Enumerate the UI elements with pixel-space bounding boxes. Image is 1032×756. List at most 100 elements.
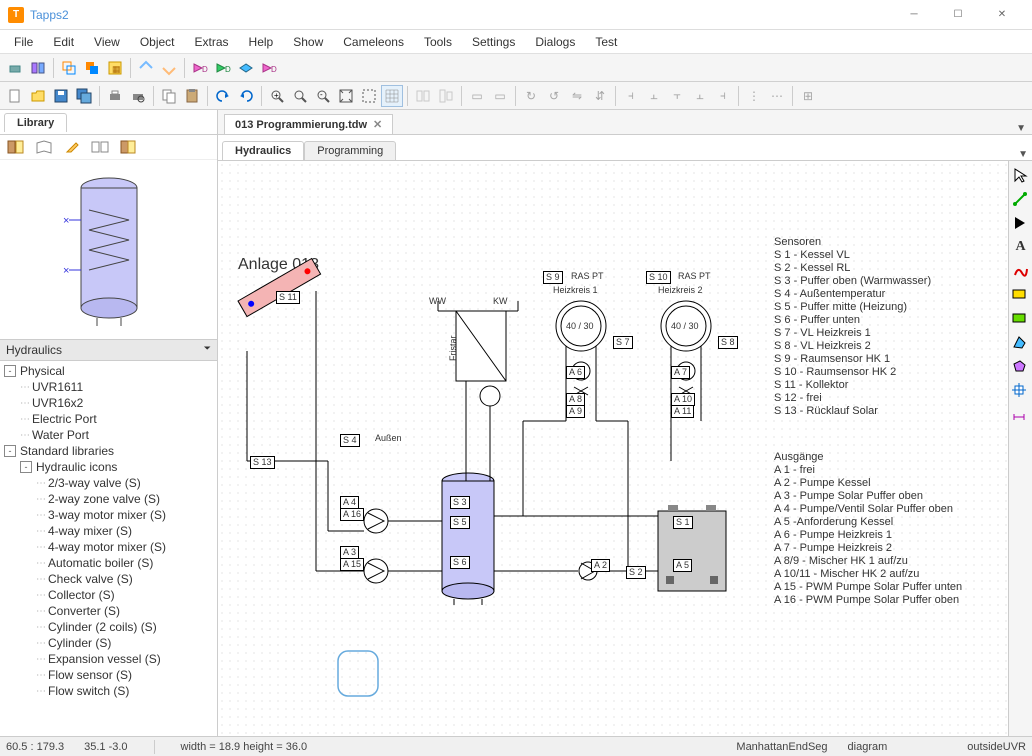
align-icon[interactable]: ⫠ — [643, 85, 665, 107]
menu-file[interactable]: File — [6, 33, 41, 51]
tb1-icon[interactable] — [235, 57, 257, 79]
rect-icon[interactable] — [1012, 287, 1030, 305]
tree-item[interactable]: ⋯Expansion vessel (S) — [0, 651, 217, 667]
menu-dialogs[interactable]: Dialogs — [527, 33, 583, 51]
tree-item[interactable]: ⋯Converter (S) — [0, 603, 217, 619]
arrow-icon[interactable] — [1012, 215, 1030, 233]
align-icon[interactable] — [412, 85, 434, 107]
align-icon[interactable]: ⫠ — [689, 85, 711, 107]
lib-book-icon[interactable] — [6, 138, 26, 156]
tb1-icon[interactable] — [135, 57, 157, 79]
flip-icon[interactable]: ⇵ — [589, 85, 611, 107]
menu-settings[interactable]: Settings — [464, 33, 523, 51]
tree-item[interactable]: ⋯Cylinder (S) — [0, 635, 217, 651]
align-icon[interactable] — [435, 85, 457, 107]
rotate-icon[interactable]: ↻ — [520, 85, 542, 107]
align-icon[interactable]: ⫟ — [666, 85, 688, 107]
group-icon[interactable]: ▭ — [466, 85, 488, 107]
tb1-icon[interactable] — [4, 57, 26, 79]
menu-test[interactable]: Test — [587, 33, 625, 51]
group-icon[interactable]: ▭ — [489, 85, 511, 107]
menu-show[interactable]: Show — [285, 33, 331, 51]
menu-cameleons[interactable]: Cameleons — [335, 33, 412, 51]
distribute-icon[interactable]: ⋮ — [743, 85, 765, 107]
align-icon[interactable]: ⫞ — [620, 85, 642, 107]
tb1-icon[interactable]: D — [258, 57, 280, 79]
subtab-dropdown-icon[interactable]: ▼ — [1018, 149, 1028, 160]
drawing-canvas[interactable]: Anlage 013 — [218, 161, 1008, 736]
redo-icon[interactable] — [235, 85, 257, 107]
tree-item[interactable]: -Standard libraries — [0, 443, 217, 459]
distribute-icon[interactable]: ⋯ — [766, 85, 788, 107]
rect2-icon[interactable] — [1012, 311, 1030, 329]
close-button[interactable]: ✕ — [980, 1, 1024, 29]
menu-edit[interactable]: Edit — [45, 33, 82, 51]
close-tab-icon[interactable]: ✕ — [373, 118, 382, 131]
tb1-icon[interactable] — [158, 57, 180, 79]
paste-icon[interactable] — [181, 85, 203, 107]
tree-item[interactable]: ⋯4-way motor mixer (S) — [0, 539, 217, 555]
tb1-icon[interactable] — [58, 57, 80, 79]
tree-item[interactable]: ⋯4-way mixer (S) — [0, 523, 217, 539]
lib-dup-icon[interactable] — [90, 138, 110, 156]
misc-icon[interactable]: ⊞ — [797, 85, 819, 107]
tree-item[interactable]: ⋯Automatic boiler (S) — [0, 555, 217, 571]
tree-item[interactable]: ⋯2/3-way valve (S) — [0, 475, 217, 491]
zoom-in-icon[interactable]: + — [266, 85, 288, 107]
grid-icon[interactable] — [381, 85, 403, 107]
cursor-icon[interactable] — [1012, 167, 1030, 185]
tree-item[interactable]: ⋯Cylinder (2 coils) (S) — [0, 619, 217, 635]
doc-dropdown-icon[interactable]: ▼ — [1016, 123, 1026, 134]
tree-item[interactable]: ⋯3-way motor mixer (S) — [0, 507, 217, 523]
document-tab[interactable]: 013 Programmierung.tdw ✕ — [224, 114, 393, 134]
tb1-icon[interactable]: ▦ — [104, 57, 126, 79]
maximize-button[interactable]: ☐ — [936, 1, 980, 29]
tree-item[interactable]: ⋯Electric Port — [0, 411, 217, 427]
new-file-icon[interactable] — [4, 85, 26, 107]
node-icon[interactable] — [1012, 383, 1030, 401]
tree-item[interactable]: ⋯2-way zone valve (S) — [0, 491, 217, 507]
lib-edit-icon[interactable] — [62, 138, 82, 156]
tb1-icon[interactable]: D — [212, 57, 234, 79]
menu-extras[interactable]: Extras — [187, 33, 237, 51]
rotate-icon[interactable]: ↺ — [543, 85, 565, 107]
menu-object[interactable]: Object — [132, 33, 183, 51]
tree-item[interactable]: ⋯Check valve (S) — [0, 571, 217, 587]
save-all-icon[interactable] — [73, 85, 95, 107]
poly-icon[interactable] — [1012, 335, 1030, 353]
tb1-icon[interactable] — [27, 57, 49, 79]
lib-open-icon[interactable] — [34, 138, 54, 156]
library-tab[interactable]: Library — [4, 113, 67, 132]
tree-item[interactable]: ⋯Flow switch (S) — [0, 683, 217, 699]
free-line-icon[interactable] — [1012, 263, 1030, 281]
tree-item[interactable]: -Physical — [0, 363, 217, 379]
save-icon[interactable] — [50, 85, 72, 107]
zoom-fit-icon[interactable] — [335, 85, 357, 107]
menu-view[interactable]: View — [86, 33, 128, 51]
zoom-100-icon[interactable] — [289, 85, 311, 107]
menu-tools[interactable]: Tools — [416, 33, 460, 51]
undo-icon[interactable] — [212, 85, 234, 107]
lib-copy-icon[interactable] — [118, 138, 138, 156]
menu-help[interactable]: Help — [241, 33, 282, 51]
poly2-icon[interactable] — [1012, 359, 1030, 377]
tb1-icon[interactable]: D — [189, 57, 211, 79]
print-preview-icon[interactable] — [127, 85, 149, 107]
minimize-button[interactable]: ─ — [892, 1, 936, 29]
tb1-icon[interactable] — [81, 57, 103, 79]
tree-item[interactable]: -Hydraulic icons — [0, 459, 217, 475]
subtab-hydraulics[interactable]: Hydraulics — [222, 141, 304, 161]
dim-icon[interactable] — [1012, 407, 1030, 425]
tree-item[interactable]: ⋯UVR16x2 — [0, 395, 217, 411]
tree-item[interactable]: ⋯UVR1611 — [0, 379, 217, 395]
zoom-sel-icon[interactable] — [358, 85, 380, 107]
tree-item[interactable]: ⋯Water Port — [0, 427, 217, 443]
flip-icon[interactable]: ⇋ — [566, 85, 588, 107]
tree-item[interactable]: ⋯Flow sensor (S) — [0, 667, 217, 683]
print-icon[interactable] — [104, 85, 126, 107]
line-icon[interactable] — [1012, 191, 1030, 209]
zoom-out-icon[interactable]: - — [312, 85, 334, 107]
tree-item[interactable]: ⋯Collector (S) — [0, 587, 217, 603]
align-icon[interactable]: ⫞ — [712, 85, 734, 107]
text-icon[interactable]: A — [1012, 239, 1030, 257]
